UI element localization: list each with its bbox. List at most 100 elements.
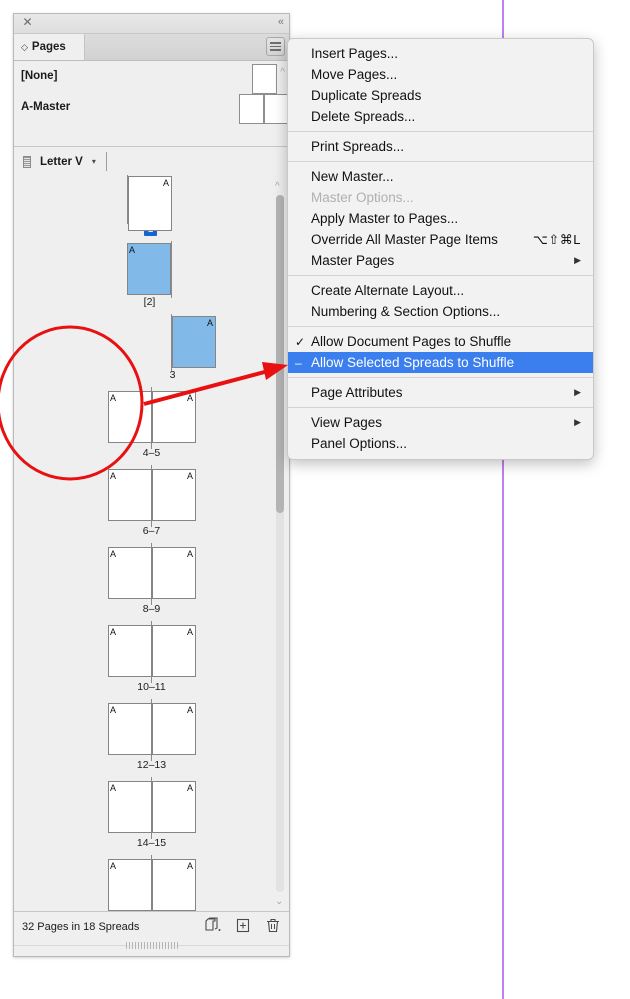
menu-item-insert-pages[interactable]: Insert Pages... [288,43,593,64]
menu-item-label: Move Pages... [311,67,398,82]
panel-titlebar: ✕ « [14,14,289,34]
scroll-down-icon[interactable]: ⌄ [275,896,283,907]
list-item[interactable]: ▼ A 1 [14,175,289,236]
scroll-up-icon[interactable]: ^ [275,181,280,192]
master-letter: A [186,470,193,481]
master-letter: A [186,860,193,871]
master-letter: A [186,782,193,793]
menu-item-page-attributes[interactable]: Page Attributes ▶ [288,382,593,403]
master-letter: A [110,782,117,793]
menu-item-allow-document-pages-to-shuffle[interactable]: ✓ Allow Document Pages to Shuffle [288,331,593,352]
page-size-bar: Letter V ▾ [14,147,289,177]
list-item[interactable]: A A 10–11 [14,621,289,693]
pages-panel-context-menu[interactable]: Insert Pages... Move Pages... Duplicate Sp… [287,38,594,460]
master-name-a-master: A-Master [21,101,71,113]
page-thumbnail[interactable]: A [151,859,196,911]
page-thumbnail[interactable]: A [151,781,196,833]
menu-item-label: Insert Pages... [311,46,399,61]
page-thumbnail[interactable]: A [107,547,152,599]
chevron-right-icon: ▶ [574,387,581,397]
master-row-none[interactable]: [None] [14,61,289,94]
chevron-down-icon[interactable]: ▾ [92,157,96,166]
master-letter: A [186,704,193,715]
menu-check-icon: ✓ [295,334,306,349]
page-label[interactable]: [2] [14,296,289,308]
master-letter: A [110,860,117,871]
menu-item-apply-master-to-pages[interactable]: Apply Master to Pages... [288,208,593,229]
menu-item-override-all-master-page-items[interactable]: Override All Master Page Items ⌥⇧⌘L [288,229,593,250]
menu-item-label: Print Spreads... [311,139,405,154]
list-item[interactable]: A A 8–9 [14,543,289,615]
menu-item-label: Allow Selected Spreads to Shuffle [311,355,515,370]
horizontal-scrollbar[interactable] [14,942,289,951]
menu-separator [288,275,593,276]
panel-statusbar: 32 Pages in 18 Spreads [14,911,289,956]
page-thumbnail[interactable]: A [171,316,216,368]
menu-item-duplicate-spreads[interactable]: Duplicate Spreads [288,85,593,106]
status-text: 32 Pages in 18 Spreads [22,921,140,933]
menu-item-view-pages[interactable]: View Pages ▶ [288,412,593,433]
list-item[interactable]: AA [14,855,289,912]
pages-panel: ✕ « ◇ Pages ^ [None] A-Master Letter V ▾ [13,13,290,957]
menu-item-print-spreads[interactable]: Print Spreads... [288,136,593,157]
page-thumbnail[interactable]: A [107,859,152,911]
page-thumbnail[interactable]: A [151,625,196,677]
page-thumbnail[interactable]: A [151,547,196,599]
master-letter: A [129,244,136,255]
menu-item-delete-spreads[interactable]: Delete Spreads... [288,106,593,127]
divider [105,152,107,171]
master-row-a-master[interactable]: A-Master [14,93,289,133]
list-item[interactable]: A A 4–5 [14,387,289,459]
new-page-icon[interactable] [235,917,251,934]
page-thumbnail[interactable]: A [151,703,196,755]
page-label[interactable]: 3 [56,369,289,381]
chevron-right-icon: ▶ [574,417,581,427]
menu-item-panel-options[interactable]: Panel Options... [288,433,593,454]
master-letter: A [110,470,117,481]
delete-page-icon[interactable] [265,917,281,934]
masters-section: ^ [None] A-Master [14,61,289,147]
menu-item-master-pages[interactable]: Master Pages ▶ [288,250,593,271]
tab-pages[interactable]: ◇ Pages [14,34,85,60]
menu-item-allow-selected-spreads-to-shuffle[interactable]: – Allow Selected Spreads to Shuffle [288,352,593,373]
panel-menu-icon[interactable] [266,37,285,56]
master-thumb-a-master[interactable] [239,94,289,124]
master-letter: A [110,704,117,715]
menu-separator [288,377,593,378]
menu-item-new-master[interactable]: New Master... [288,166,593,187]
page-thumbnail[interactable]: A [107,781,152,833]
page-thumbnail[interactable]: A [126,243,171,295]
page-thumbnail[interactable]: A [107,625,152,677]
menu-separator [288,131,593,132]
close-icon[interactable]: ✕ [21,16,34,29]
edit-page-size-icon[interactable] [205,917,221,934]
list-item[interactable]: A A 12–13 [14,699,289,771]
menu-item-numbering-section-options[interactable]: Numbering & Section Options... [288,301,593,322]
menu-item-label: Master Pages [311,253,395,268]
list-item[interactable]: A 3 [14,314,289,381]
page-thumbnail[interactable]: A [127,176,172,231]
scrollbar-thumb[interactable] [276,195,284,513]
panel-tabstrip: ◇ Pages [14,34,289,61]
menu-item-label: Delete Spreads... [311,109,416,124]
page-thumbnail[interactable]: A [151,391,196,443]
menu-item-label: Create Alternate Layout... [311,283,465,298]
menu-item-label: Page Attributes [311,385,403,400]
pages-list[interactable]: ▼ A 1 A [2] [14,175,289,912]
list-item[interactable]: A [2] [14,241,289,308]
page-thumbnail[interactable]: A [151,469,196,521]
menu-item-move-pages[interactable]: Move Pages... [288,64,593,85]
menu-item-master-options: Master Options... [288,187,593,208]
page-thumbnail[interactable]: A [107,469,152,521]
menu-item-create-alternate-layout[interactable]: Create Alternate Layout... [288,280,593,301]
page-size-label[interactable]: Letter V [40,156,83,168]
menu-separator [288,161,593,162]
menu-item-label: Override All Master Page Items [311,232,498,247]
list-item[interactable]: A A 6–7 [14,465,289,537]
pages-scrollbar[interactable]: ^ ⌄ [273,177,287,910]
page-thumbnail[interactable]: A [107,391,152,443]
page-thumbnail[interactable]: A [107,703,152,755]
list-item[interactable]: A A 14–15 [14,777,289,849]
master-thumb-none[interactable] [252,64,277,94]
collapse-panel-icon[interactable]: « [278,16,284,29]
